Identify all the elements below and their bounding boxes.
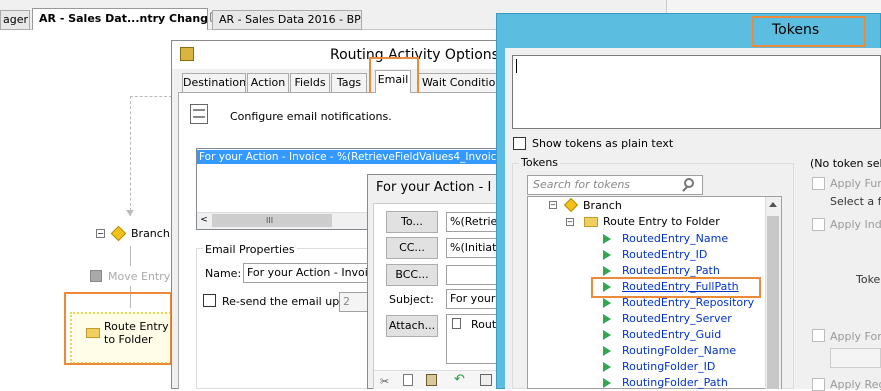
token-arrow-icon: [603, 250, 611, 260]
tab-manager[interactable]: ager: [0, 10, 30, 30]
cc-button[interactable]: CC...: [386, 237, 438, 259]
token-item[interactable]: RoutedEntry_Path: [622, 264, 720, 277]
tree-route-folder-icon: [584, 217, 598, 227]
move-entry-icon: [90, 270, 102, 282]
token-arrow-icon: [603, 346, 611, 356]
undo-icon[interactable]: ↶: [454, 372, 465, 387]
tab-wait-conditions[interactable]: Wait Conditions: [418, 73, 500, 93]
tree-route-entry[interactable]: Route Entry to Folder: [603, 215, 720, 228]
token-arrow-icon: [603, 234, 611, 244]
tree-branch[interactable]: Branch: [583, 199, 622, 212]
apply-format-label: Apply Form: [830, 330, 881, 343]
tree-scroll-thumb[interactable]: [767, 216, 779, 389]
cut-icon[interactable]: ✂: [380, 375, 389, 388]
token-item[interactable]: RoutedEntry_ID: [622, 248, 707, 261]
format-input[interactable]: [830, 348, 881, 368]
scroll-up-icon[interactable]: [769, 202, 777, 207]
email-properties-label: Email Properties: [203, 243, 297, 256]
token-arrow-icon: [603, 314, 611, 324]
apply-function-checkbox[interactable]: [812, 177, 825, 190]
name-input[interactable]: For your Action - Invoice -: [243, 263, 373, 283]
to-button[interactable]: To...: [386, 211, 438, 233]
resend-label: Re-send the email up to: [222, 295, 354, 308]
apply-index-label: Apply Index: [830, 218, 881, 231]
email-icon-lines: [193, 109, 205, 118]
tab-fields[interactable]: Fields: [290, 73, 330, 93]
flow-connector-dashed: [130, 96, 172, 97]
apply-function-label: Apply Func: [830, 177, 881, 190]
highlight-route-entry: [64, 292, 172, 365]
paste-icon[interactable]: [426, 374, 437, 386]
token-item[interactable]: RoutingFolder_Name: [622, 344, 736, 357]
attachment-name: Rout: [471, 318, 497, 331]
routing-app-icon: [180, 47, 194, 61]
tree-collapse-route-icon[interactable]: −: [566, 218, 574, 226]
flow-line: [130, 246, 131, 266]
token-search-placeholder: Search for tokens: [533, 178, 631, 191]
flow-connector-dashed-vertical: [130, 96, 131, 216]
tab-destination[interactable]: Destination: [182, 73, 246, 93]
tab-ar-sales-2016-bpm[interactable]: AR - Sales Data 2016 - BPM: [212, 10, 362, 30]
token-item[interactable]: RoutingFolder_Path: [622, 376, 728, 389]
highlight-tokens-title: [752, 16, 866, 47]
apply-regex-label: Apply Regu: [830, 378, 881, 391]
attachment-file-icon: [452, 318, 461, 329]
tokens-group-label: Tokens: [519, 156, 561, 169]
token-label: Toke: [856, 273, 881, 286]
apply-format-checkbox[interactable]: [812, 329, 825, 342]
apply-regex-checkbox[interactable]: [812, 378, 825, 391]
text-caret: [516, 59, 517, 73]
activity-move-entry[interactable]: Move Entry 6: [108, 270, 174, 283]
tab-action[interactable]: Action: [247, 73, 289, 93]
name-label: Name:: [205, 267, 242, 280]
token-item[interactable]: RoutingFolder_ID: [622, 360, 715, 373]
insert-token-icon[interactable]: [480, 374, 492, 386]
subject-label: Subject:: [389, 293, 434, 306]
apply-index-checkbox[interactable]: [812, 218, 825, 231]
tree-collapse-branch-icon[interactable]: −: [549, 201, 557, 209]
token-expression-input[interactable]: [512, 55, 881, 129]
highlight-fullpath-token: [591, 277, 761, 298]
token-arrow-icon: [603, 362, 611, 372]
token-arrow-icon: [603, 266, 611, 276]
tab-tags[interactable]: Tags: [331, 73, 367, 93]
token-arrow-icon: [603, 298, 611, 308]
copy-icon[interactable]: [403, 374, 413, 386]
resend-checkbox[interactable]: [203, 294, 216, 307]
collapse-icon[interactable]: −: [96, 229, 105, 238]
plain-text-label: Show tokens as plain text: [532, 137, 674, 150]
email-dialog-title: For your Action - I: [376, 180, 492, 195]
bcc-button[interactable]: BCC...: [386, 264, 438, 286]
scroll-left-icon[interactable]: <: [198, 214, 210, 227]
select-function-label: Select a fu: [830, 195, 881, 208]
token-item[interactable]: RoutedEntry_Name: [622, 232, 728, 245]
attach-button[interactable]: Attach...: [386, 315, 438, 337]
description-text: Configure email notifications.: [230, 110, 392, 123]
scroll-grip: III: [266, 216, 274, 225]
email-list-item-selected[interactable]: For your Action - Invoice - %(RetrieveFi…: [197, 150, 502, 164]
token-item[interactable]: RoutedEntry_Guid: [622, 328, 721, 341]
no-token-selected-label: (No token select: [810, 157, 881, 170]
token-arrow-icon: [603, 378, 611, 388]
activity-branch[interactable]: Branch: [131, 227, 170, 240]
plain-text-checkbox[interactable]: [513, 137, 526, 150]
token-arrow-icon: [603, 330, 611, 340]
token-item[interactable]: RoutedEntry_Server: [622, 312, 732, 325]
tab-ar-sales-entry-changed[interactable]: AR - Sales Dat...ntry Changed: [32, 8, 208, 30]
connector-arrow-icon: [126, 210, 134, 216]
